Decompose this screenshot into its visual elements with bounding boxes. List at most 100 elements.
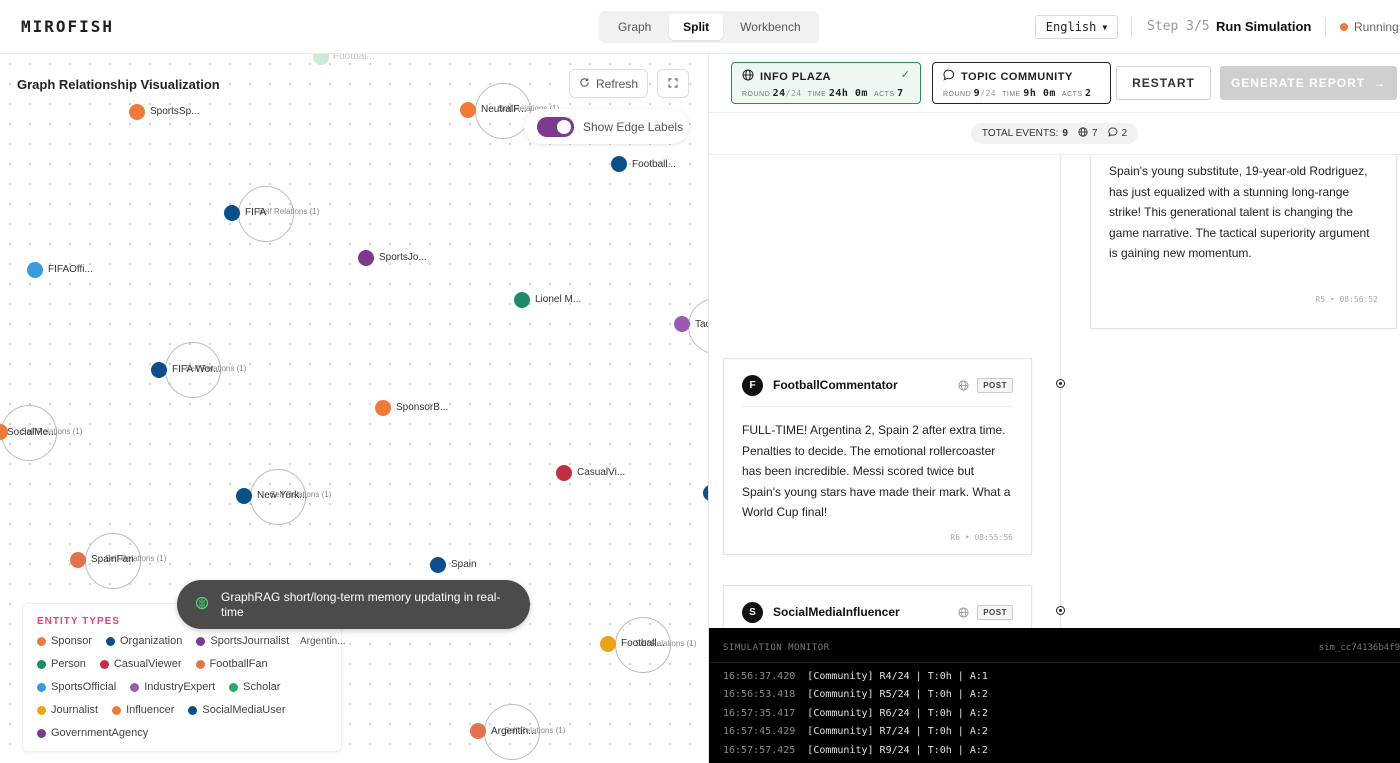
legend-dot-icon (37, 705, 46, 715)
graph-node[interactable] (236, 488, 252, 504)
post-meta: R6 • 08:55:56 (950, 533, 1013, 542)
legend-label: SportsOfficial (51, 681, 117, 693)
time-label: TIME (807, 91, 827, 98)
legend-dot-icon (37, 728, 46, 738)
graph-node[interactable] (611, 156, 627, 172)
graph-node[interactable] (470, 723, 486, 739)
tab-graph[interactable]: Graph (602, 14, 667, 40)
legend-label: Person (51, 658, 86, 670)
avatar: S (742, 601, 763, 623)
timeline-marker (1056, 606, 1065, 615)
graph-node[interactable] (430, 557, 446, 573)
legend-item: IndustryExpert (130, 679, 215, 695)
round-label: ROUND (943, 91, 972, 98)
plaza-events-count: 7 (1091, 128, 1098, 139)
toggle-switch[interactable] (537, 116, 574, 137)
timeline-post-card[interactable]: S SocialMediaInfluencer POST (723, 585, 1032, 628)
graph-node[interactable] (674, 316, 690, 332)
self-relation-label: Self Relations (1) (258, 207, 320, 216)
community-events-count: 2 (1121, 128, 1128, 139)
graph-node-label: Tac (695, 319, 708, 330)
round-total: /24 (785, 89, 802, 98)
legend-label: SportsJournalist (210, 635, 290, 647)
simulation-monitor[interactable]: SIMULATION MONITOR sim_cc74136b4f9 16:56… (709, 628, 1400, 763)
graph-node[interactable] (556, 465, 572, 481)
step-title: Run Simulation (1216, 19, 1312, 34)
timeline-post-card[interactable]: Spain's young substitute, 19-year-old Ro… (1090, 156, 1397, 329)
log-message: [Community] R4/24 | T:0h | A:1 (807, 671, 988, 682)
legend-item: Journalist (37, 702, 98, 718)
platform-card-info-plaza[interactable]: INFO PLAZA ✓ ROUND 24/24 TIME 24h 0m ACT… (731, 62, 921, 104)
post-author[interactable]: SocialMediaInfluencer (773, 605, 958, 619)
timeline-marker (1056, 379, 1065, 388)
graph-node[interactable] (224, 205, 240, 221)
log-line: 16:57:45.429 [Community] R7/24 | T:0h | … (723, 726, 988, 737)
graph-node[interactable] (313, 54, 329, 65)
tab-workbench[interactable]: Workbench (725, 14, 816, 40)
timeline-axis (1060, 156, 1061, 628)
legend-dot-icon (196, 636, 206, 646)
check-icon: ✓ (900, 69, 910, 81)
restart-button[interactable]: RESTART (1116, 66, 1211, 100)
legend-item: Organization (105, 633, 183, 649)
simulation-id[interactable]: sim_cc74136b4f9 (1319, 643, 1400, 653)
legend-item: Person (37, 656, 86, 672)
graph-node-label: CasualVi... (577, 467, 626, 478)
log-message: [Community] R5/24 | T:0h | A:2 (807, 689, 988, 700)
time-value: 24h 0m (828, 88, 868, 99)
edge-labels-toggle[interactable]: Show Edge Labels (524, 109, 689, 144)
legend-dot-icon (37, 682, 46, 692)
graph-node-label: Football... (632, 159, 676, 170)
legend-dot-icon (188, 705, 198, 715)
brain-icon (195, 596, 209, 613)
legend-dot-icon (112, 705, 122, 715)
log-line: 16:57:57.425 [Community] R9/24 | T:0h | … (723, 745, 988, 756)
legend-label: Organization (119, 635, 183, 647)
graph-node-label: Spain (451, 559, 477, 570)
graph-node[interactable] (600, 636, 616, 652)
graph-node[interactable] (358, 250, 374, 266)
post-body: FULL-TIME! Argentina 2, Spain 2 after ex… (742, 423, 1011, 519)
graph-title: Graph Relationship Visualization (17, 77, 220, 92)
post-author[interactable]: FootballCommentator (773, 378, 958, 392)
graph-node[interactable] (460, 102, 476, 118)
graph-node[interactable] (151, 362, 167, 378)
graph-node[interactable] (129, 104, 145, 120)
events-pill: TOTAL EVENTS: 9 7 2 (970, 123, 1139, 144)
platform-card-topic-community[interactable]: TOPIC COMMUNITY ROUND 9/24 TIME 9h 0m AC… (932, 62, 1111, 104)
events-summary-bar: TOTAL EVENTS: 9 7 2 (709, 112, 1400, 155)
graph-node-label: Footbal... (333, 54, 375, 62)
legend-item: GovernmentAgency (37, 725, 148, 741)
language-value: English (1045, 20, 1097, 34)
generate-report-button[interactable]: GENERATE REPORT → (1220, 66, 1397, 100)
graph-node[interactable] (70, 552, 86, 568)
post-type-badge: POST (977, 604, 1013, 620)
legend-dot-icon (229, 682, 239, 692)
graph-node[interactable] (514, 292, 530, 308)
fullscreen-button[interactable] (657, 69, 689, 98)
timeline-post-card[interactable]: F FootballCommentator POST FULL-TIME! Ar… (723, 358, 1032, 555)
app-logo[interactable]: MIROFISH (21, 17, 114, 36)
graph-node-label: SportsSp... (150, 106, 200, 117)
graph-panel[interactable]: Graph Relationship Visualization Self Re… (0, 54, 708, 763)
log-message: [Community] R6/24 | T:0h | A:2 (807, 708, 988, 719)
legend-dot-icon (130, 682, 140, 692)
round-total: /24 (980, 89, 997, 98)
legend-item: Scholar (229, 679, 280, 695)
tab-split[interactable]: Split (669, 14, 723, 40)
graph-node[interactable] (27, 262, 43, 278)
legend-dot-icon (105, 636, 115, 646)
event-timeline[interactable]: Spain's young substitute, 19-year-old Ro… (709, 156, 1400, 628)
monitor-title: SIMULATION MONITOR (723, 643, 830, 653)
time-value: 9h 0m (1023, 88, 1056, 99)
legend-label: FootballFan (209, 658, 268, 670)
legend-item: Influencer (112, 702, 174, 718)
legend-label: Journalist (51, 704, 99, 716)
round-value: 24 (772, 88, 786, 99)
language-select[interactable]: English ▼ (1035, 15, 1118, 39)
legend-dot-icon (37, 659, 46, 669)
refresh-button[interactable]: Refresh (569, 69, 648, 98)
toggle-knob (557, 119, 571, 134)
divider (709, 662, 1400, 663)
graph-node[interactable] (375, 400, 391, 416)
